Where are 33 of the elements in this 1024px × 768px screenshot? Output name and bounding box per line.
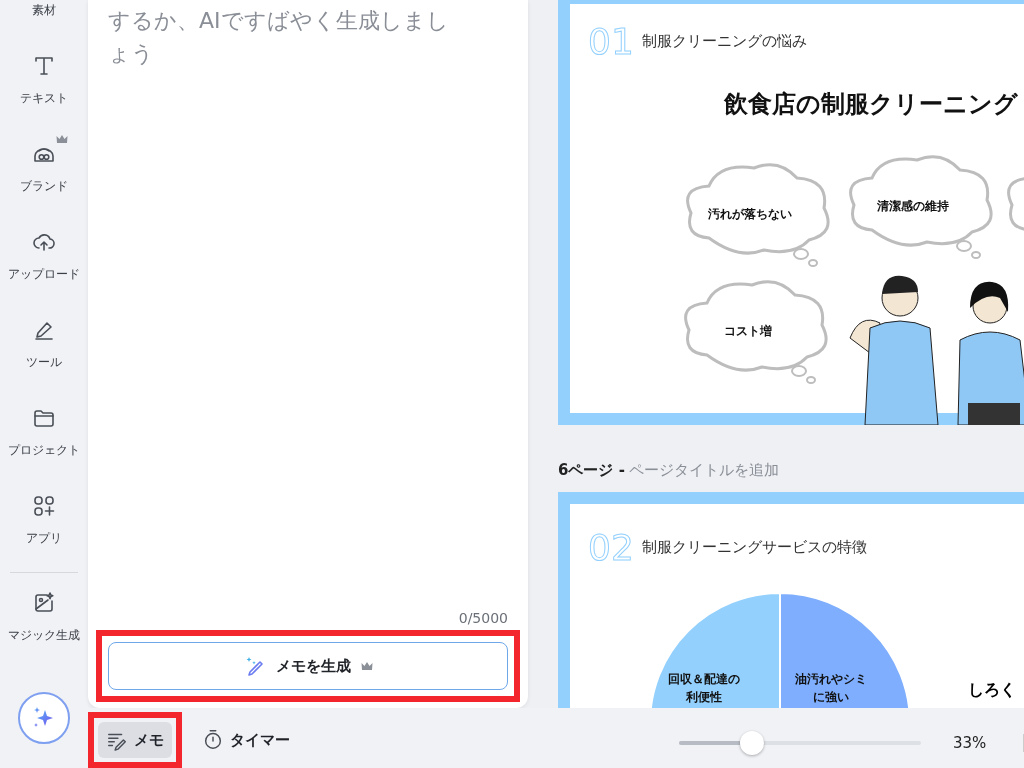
section-title: 制服クリーニングサービスの特徴 — [642, 538, 867, 557]
section-number: 01 — [588, 22, 634, 62]
page-number: 6ページ - — [558, 461, 625, 479]
thought-text: コスト増 — [723, 323, 773, 340]
sidebar-item[interactable]: テキスト — [0, 46, 88, 134]
slide-heading: 飲食店の制服クリーニング — [724, 89, 1018, 120]
sidebar-item[interactable]: ブランド — [0, 134, 88, 222]
timer-icon — [202, 729, 224, 751]
thought-text: 清潔感の維持 — [876, 198, 950, 215]
section-title: 制服クリーニングの悩み — [642, 32, 807, 51]
sidebar-item[interactable]: 素材 — [0, 0, 88, 46]
sidebar-item[interactable]: プロジェクト — [0, 398, 88, 486]
slide-text: しろく — [968, 680, 1016, 701]
sidebar-item[interactable]: マジック生成 — [0, 583, 88, 671]
slide[interactable]: 01 制服クリーニングの悩み 飲食店の制服クリーニング 汚れが落ちない 清潔感の維持 コスト増 — [558, 0, 1024, 425]
character-counter: 0/5000 — [458, 610, 508, 626]
text-icon — [32, 54, 56, 78]
slide[interactable]: 02 制服クリーニングサービスの特徴 回収＆配達の利便性 油汚れやシミに強い しろく — [558, 492, 1024, 708]
generate-notes-button[interactable]: メモを生成 — [108, 642, 508, 690]
magic-image-icon — [32, 591, 56, 615]
slider-thumb[interactable] — [740, 731, 765, 755]
timer-button[interactable]: タイマー — [194, 722, 298, 758]
notes-button[interactable]: メモ — [98, 722, 172, 758]
thought-text: 汚れが落ちない — [707, 206, 793, 223]
sidebar-item[interactable]: ツール — [0, 310, 88, 398]
segment-label: 回収＆配達の利便性 — [667, 671, 741, 706]
zoom-percentage[interactable]: 33% — [953, 734, 993, 752]
magic-button[interactable] — [18, 692, 70, 744]
sidebar-item[interactable]: アプリ — [0, 486, 88, 574]
sidebar-item[interactable]: アップロード — [0, 222, 88, 310]
segment-label: 油汚れやシミに強い — [794, 671, 868, 706]
section-number: 02 — [588, 528, 634, 568]
apps-icon — [32, 494, 56, 518]
